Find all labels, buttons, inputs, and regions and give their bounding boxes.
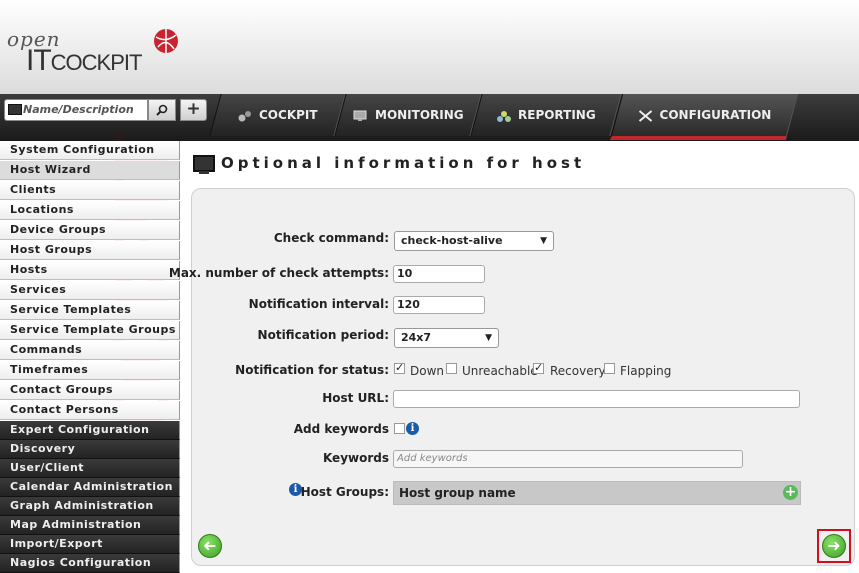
notification-period-value: 24x7 [401, 331, 432, 344]
add-keywords-checkbox[interactable] [394, 423, 405, 434]
recovery-checkbox-label: Recovery [550, 364, 606, 378]
sidebar-item-services[interactable]: Services [0, 281, 180, 300]
sidebar-item-timeframes[interactable]: Timeframes [0, 361, 180, 380]
dropdown-arrow-icon: ▼ [485, 333, 492, 343]
notification-period-select[interactable]: 24x7 ▼ [394, 328, 499, 348]
tab-label: COCKPIT [259, 108, 318, 122]
info-icon[interactable]: i [406, 422, 419, 435]
sidebar-item-clients[interactable]: Clients [0, 181, 180, 200]
sidebar-item-calendar-administration[interactable]: Calendar Administration [0, 478, 180, 497]
sidebar-item-user-client-administration[interactable]: User/Client Administration [0, 459, 180, 492]
sidebar-item-locations[interactable]: Locations [0, 201, 180, 220]
notification-period-label: Notification period: [257, 328, 389, 342]
sidebar-item-host-wizard[interactable]: Host Wizard [0, 161, 180, 180]
check-command-value: check-host-alive [401, 234, 503, 247]
sidebar-item-hosts[interactable]: Hosts [0, 261, 180, 280]
page-title: Optional information for host [221, 154, 586, 172]
logo-ball-icon [154, 29, 178, 53]
host-url-label: Host URL: [322, 391, 389, 405]
recovery-checkbox[interactable]: ✓ [533, 362, 544, 374]
back-button[interactable]: ➜ [198, 534, 222, 558]
sidebar-item-import-export[interactable]: Import/Export [0, 535, 180, 554]
logo-it-text: IT [26, 44, 52, 77]
add-button[interactable]: + [180, 99, 207, 121]
sidebar-item-expert-configuration[interactable]: Expert Configuration [0, 421, 180, 440]
search-placeholder: Name/Description [23, 103, 134, 116]
sidebar-item-discovery[interactable]: Discovery [0, 440, 180, 459]
tab-monitoring[interactable]: MONITORING [334, 94, 482, 136]
sidebar-item-device-groups[interactable]: Device Groups [0, 221, 180, 240]
unreachable-checkbox[interactable] [446, 363, 457, 374]
keywords-placeholder: Add keywords [397, 453, 468, 464]
sidebar-item-service-template-groups[interactable]: Service Template Groups [0, 321, 180, 340]
tab-label: REPORTING [518, 108, 596, 122]
down-checkbox[interactable]: ✓ [394, 362, 405, 374]
unreachable-checkbox-label: Unreachable [462, 364, 538, 378]
monitor-icon [8, 104, 22, 115]
next-button[interactable]: ➜ [822, 534, 846, 558]
header: open ITCOCKPIT [0, 0, 859, 94]
sidebar-item-commands[interactable]: Commands [0, 341, 180, 360]
notification-interval-label: Notification interval: [248, 297, 389, 311]
add-keywords-label: Add keywords [293, 422, 389, 436]
sidebar-item-graph-administration[interactable]: Graph Administration [0, 497, 180, 516]
logo: ITCOCKPIT [26, 44, 143, 78]
gears-icon [238, 110, 252, 121]
sidebar-item-nagios-configuration[interactable]: Nagios Configuration [0, 554, 180, 573]
max-attempts-label: Max. number of check attempts: [168, 266, 389, 280]
search-button[interactable] [148, 99, 176, 121]
check-command-select[interactable]: check-host-alive ▼ [394, 231, 554, 251]
host-groups-value: Host group name [399, 486, 516, 500]
sidebar-item-contact-persons[interactable]: Contact Persons [0, 401, 180, 420]
host-url-input[interactable] [393, 390, 800, 408]
monitor-icon [353, 110, 367, 121]
logo-cockpit-text: COCKPIT [50, 50, 143, 75]
flapping-checkbox[interactable] [604, 363, 615, 374]
notification-interval-input[interactable]: 120 [393, 296, 485, 314]
tools-icon [638, 109, 653, 122]
search-icon [156, 104, 168, 116]
arrow-left-icon: ➜ [203, 536, 217, 555]
notification-status-label: Notification for status: [235, 363, 389, 377]
reporting-icon [497, 110, 512, 122]
monitor-icon [193, 155, 215, 174]
plus-circle-icon[interactable]: + [783, 485, 798, 500]
dropdown-arrow-icon: ▼ [540, 236, 547, 246]
search-input[interactable]: Name/Description [4, 99, 148, 121]
flapping-checkbox-label: Flapping [620, 364, 672, 378]
host-groups-select[interactable]: Host group name + [393, 481, 801, 505]
tab-label: CONFIGURATION [659, 108, 772, 122]
check-command-label: Check command: [273, 231, 389, 245]
host-groups-label: Host Groups: [300, 485, 389, 499]
sidebar-item-contact-groups[interactable]: Contact Groups [0, 381, 180, 400]
sidebar-item-map-administration[interactable]: Map Administration [0, 516, 180, 535]
down-checkbox-label: Down [410, 364, 445, 378]
tab-reporting[interactable]: REPORTING [470, 94, 622, 136]
sidebar-item-system-configuration[interactable]: System Configuration [0, 141, 180, 160]
sidebar: ITCOCKPIT System Configuration Host Wiza… [0, 134, 184, 573]
tab-label: MONITORING [374, 108, 464, 122]
tab-configuration[interactable]: CONFIGURATION [609, 94, 799, 140]
tab-cockpit[interactable]: COCKPIT [209, 94, 346, 136]
max-attempts-input[interactable]: 10 [393, 265, 485, 283]
keywords-label: Keywords [322, 451, 389, 465]
arrow-right-icon: ➜ [827, 536, 841, 555]
sidebar-item-host-groups[interactable]: Host Groups [0, 241, 180, 260]
keywords-input[interactable]: Add keywords [393, 450, 743, 468]
sidebar-item-service-templates[interactable]: Service Templates [0, 301, 180, 320]
